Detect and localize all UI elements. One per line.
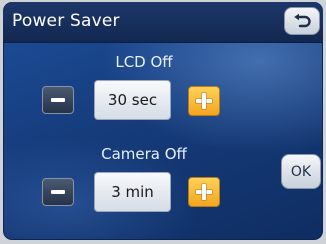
camera-off-label: Camera Off — [101, 145, 187, 163]
back-arrow-icon — [294, 13, 311, 28]
back-button[interactable] — [284, 7, 320, 35]
camera-off-increase-button[interactable] — [188, 177, 220, 207]
minus-icon — [51, 190, 65, 194]
lcd-off-increase-button[interactable] — [188, 86, 220, 116]
minus-icon — [51, 98, 65, 102]
power-saver-screen: Power Saver LCD Off 30 sec Camera Off 3 … — [3, 2, 323, 240]
lcd-off-label: LCD Off — [115, 53, 173, 71]
title-bar: Power Saver — [3, 2, 323, 43]
ok-button[interactable]: OK — [281, 154, 321, 189]
camera-off-decrease-button[interactable] — [42, 178, 74, 206]
page-title: Power Saver — [12, 11, 120, 31]
lcd-off-decrease-button[interactable] — [42, 86, 74, 114]
lcd-off-value: 30 sec — [94, 80, 171, 120]
camera-off-value: 3 min — [94, 172, 171, 212]
